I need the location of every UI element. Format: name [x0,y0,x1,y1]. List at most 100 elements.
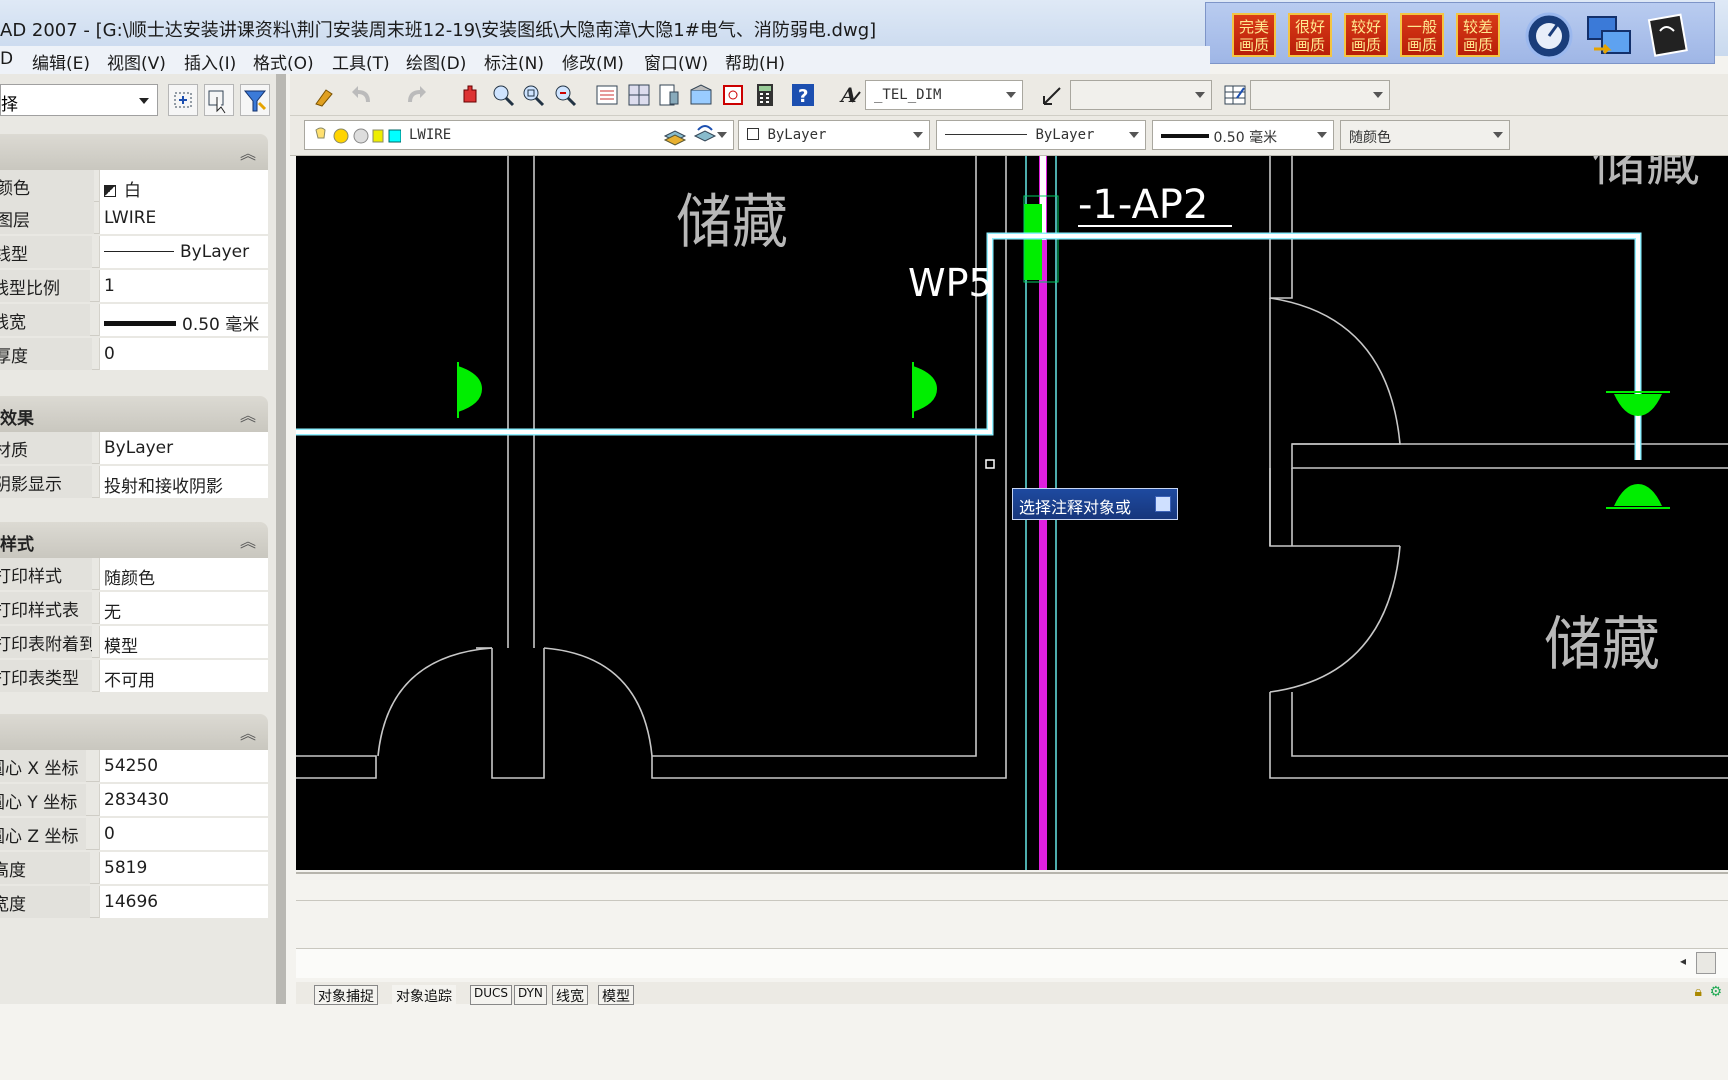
property-row[interactable]: 厚度 0 [0,338,268,370]
menu-modify[interactable]: 修改(M) [562,49,624,74]
property-row[interactable]: 圆心 X 坐标 54250 [0,750,268,782]
text-style-icon[interactable]: A [838,82,864,108]
quality-verygood-button[interactable]: 很好画质 [1288,13,1332,57]
lineweight-select[interactable]: 0.50 毫米 [1152,120,1334,150]
quality-normal-button[interactable]: 一般画质 [1400,13,1444,57]
toggle-pickadd-button[interactable] [168,84,198,116]
collapse-chevron-icon[interactable]: ︽ [240,140,256,164]
property-value[interactable]: 模型 [99,626,268,658]
property-row[interactable]: 打印表附着到 模型 [0,626,268,658]
property-row[interactable]: 线型比例 1 [0,270,268,302]
layer-previous-icon[interactable] [692,122,718,148]
property-value[interactable]: 投射和接收阴影 [99,466,268,498]
property-row[interactable]: 打印样式 随颜色 [0,558,268,590]
make-layer-current-icon[interactable] [662,122,688,148]
color-select[interactable]: ByLayer [738,120,930,150]
section-plot-style[interactable]: 样式 ︽ [0,522,268,558]
table-style-icon[interactable] [1222,82,1248,108]
zoom-realtime-icon[interactable] [490,82,516,108]
plotstyle-select[interactable]: 随颜色 [1340,120,1510,150]
quality-poor-button[interactable]: 较差画质 [1456,13,1500,57]
dyn-toggle[interactable]: DYN [514,985,547,1005]
property-row[interactable]: 材质 ByLayer [0,432,268,464]
text-style-select[interactable]: _TEL_DIM [865,80,1023,110]
property-row[interactable]: 打印表类型 不可用 [0,660,268,692]
menu-file[interactable]: D [0,49,13,69]
menu-tools[interactable]: 工具(T) [332,49,390,74]
help-icon[interactable]: ? [790,82,816,108]
menu-dimension[interactable]: 标注(N) [484,49,544,74]
otrack-toggle[interactable]: 对象追踪 [392,985,456,1005]
pan-icon[interactable] [458,82,484,108]
property-value[interactable]: 1 [99,270,268,302]
section-general[interactable]: ︽ [0,134,268,170]
command-line-input[interactable] [296,948,1728,978]
screen-transfer-icon[interactable] [1584,11,1634,61]
table-style-select[interactable] [1250,80,1390,110]
property-row[interactable]: 线型 ByLayer [0,236,268,268]
ceiling-light-icon[interactable] [1614,484,1662,506]
section-3d-effects[interactable]: 效果 ︽ [0,396,268,432]
zoom-previous-icon[interactable] [552,82,578,108]
design-center-icon[interactable] [626,82,652,108]
property-value[interactable]: ByLayer [99,432,268,464]
property-value[interactable]: 0.50 毫米 [99,304,268,336]
property-row[interactable]: 颜色 白 [0,170,268,202]
zoom-window-icon[interactable] [520,82,546,108]
quality-good-button[interactable]: 较好画质 [1344,13,1388,57]
menu-edit[interactable]: 编辑(E) [32,49,90,74]
wall-light-icon[interactable] [458,366,482,412]
wall-light-icon[interactable] [913,366,937,412]
collapse-chevron-icon[interactable]: ︽ [240,528,256,552]
property-row[interactable]: 线宽 0.50 毫米 [0,304,268,336]
collapse-chevron-icon[interactable]: ︽ [240,402,256,426]
property-row[interactable]: 阴影显示 投射和接收阴影 [0,466,268,498]
section-view[interactable]: ︽ [0,714,268,750]
property-value[interactable]: ByLayer [99,236,268,268]
property-value[interactable]: 5819 [99,852,268,884]
property-value[interactable]: 白 [99,170,268,202]
grip-handle[interactable] [985,459,995,469]
menu-draw[interactable]: 绘图(D) [406,49,466,74]
ducs-toggle[interactable]: DUCS [470,985,513,1005]
quality-perfect-button[interactable]: 完美画质 [1232,13,1276,57]
menu-insert[interactable]: 插入(I) [184,49,236,74]
sheet-set-icon[interactable] [688,82,714,108]
tool-palettes-icon[interactable] [656,82,682,108]
calculator-icon[interactable] [752,82,778,108]
match-properties-icon[interactable] [312,82,338,108]
undo-icon[interactable] [350,82,376,108]
select-objects-button[interactable] [204,84,234,116]
menu-help[interactable]: 帮助(H) [725,49,785,74]
scroll-left-icon[interactable]: ◂ [1680,954,1686,968]
model-toggle[interactable]: 模型 [598,985,634,1005]
lineweight-toggle[interactable]: 线宽 [552,985,588,1005]
dimension-style-select[interactable] [1070,80,1212,110]
ceiling-light-icon[interactable] [1614,394,1662,416]
property-value[interactable]: 随颜色 [99,558,268,590]
property-value[interactable]: LWIRE [99,202,268,234]
command-window[interactable]: ◂ [296,870,1728,980]
property-row[interactable]: 高度 5819 [0,852,268,884]
property-row[interactable]: 圆心 Z 坐标 0 [0,818,268,850]
gauge-icon[interactable] [1524,11,1574,61]
property-row[interactable]: 打印样式表无 [0,592,268,624]
markup-icon[interactable] [720,82,746,108]
property-value[interactable]: 14696 [99,886,268,918]
property-value[interactable]: 不可用 [99,660,268,692]
menu-window[interactable]: 窗口(W) [644,49,708,74]
menu-format[interactable]: 格式(O) [253,49,314,74]
arrow-down-icon[interactable] [1155,496,1171,512]
menu-view[interactable]: 视图(V) [107,49,166,74]
redo-icon[interactable] [402,82,428,108]
selection-select[interactable]: 择 [0,84,158,116]
quick-select-button[interactable] [240,84,270,116]
osnap-toggle[interactable]: 对象捕捉 [314,985,378,1005]
scroll-thumb[interactable] [1696,952,1716,974]
property-value[interactable]: 283430 [99,784,268,816]
tray-settings-icon[interactable]: ⚙ [1709,984,1722,1000]
property-value[interactable]: 0 [99,818,268,850]
dimension-style-icon[interactable] [1040,82,1066,108]
properties-icon[interactable] [594,82,620,108]
lock-icon[interactable]: 🔒︎ [1695,984,1702,1000]
